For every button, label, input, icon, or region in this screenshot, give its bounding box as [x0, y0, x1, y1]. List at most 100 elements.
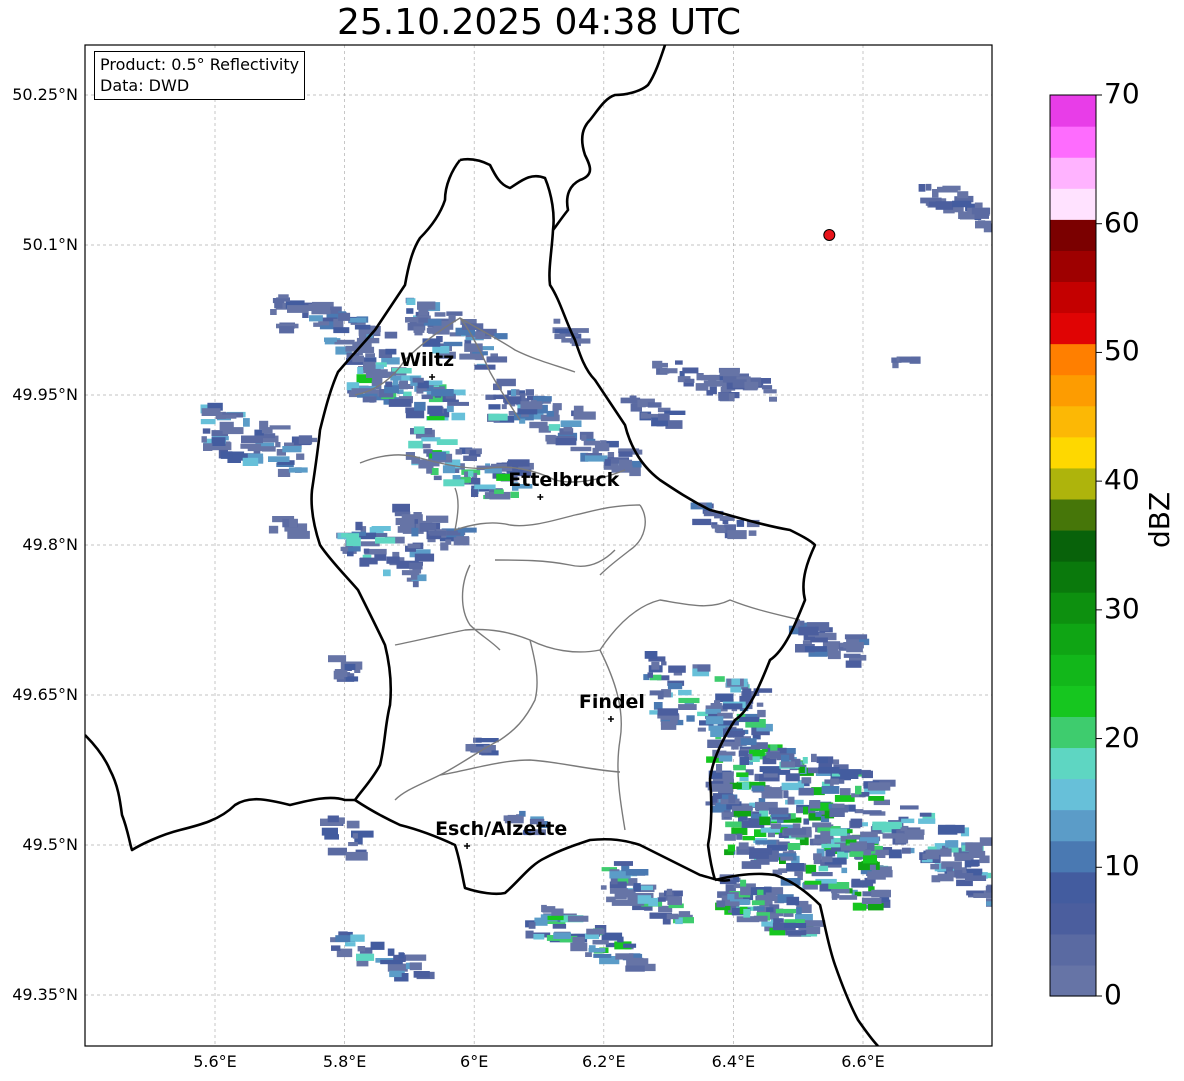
- echo-cell: [296, 453, 305, 460]
- lon-tick-label: 5.8°E: [322, 1052, 367, 1071]
- lat-tick-label: 49.8°N: [22, 535, 78, 554]
- echo-cell: [838, 769, 862, 775]
- echo-cell: [769, 396, 777, 402]
- echo-cell: [349, 317, 367, 323]
- echo-cell: [553, 318, 561, 324]
- echo-cell: [723, 695, 731, 702]
- echo-cell: [740, 738, 757, 746]
- echo-cell: [383, 569, 391, 577]
- echo-cell: [753, 906, 765, 911]
- echo-cell: [827, 650, 841, 660]
- echo-cell: [529, 421, 548, 429]
- echo-cell: [899, 357, 920, 363]
- echo-cell: [748, 530, 757, 536]
- colorbar-tick-label: 0: [1104, 978, 1122, 1011]
- echo-cell: [882, 821, 902, 828]
- echo-cell: [334, 339, 355, 345]
- echo-cell: [829, 808, 845, 817]
- echo-cell: [964, 860, 972, 868]
- echo-cell: [617, 936, 624, 943]
- echo-cell: [613, 861, 633, 866]
- lon-tick-label: 6°E: [460, 1052, 489, 1071]
- info-box: Product: 0.5° Reflectivity Data: DWD: [94, 51, 306, 100]
- colorbar-segment: [1050, 561, 1096, 593]
- echo-cell: [357, 367, 364, 374]
- colorbar-segment: [1050, 312, 1096, 345]
- echo-cell: [811, 872, 833, 877]
- echo-cell: [324, 337, 337, 342]
- colorbar-segment: [1050, 281, 1096, 314]
- echo-cell: [935, 201, 954, 210]
- echo-cell: [261, 446, 276, 452]
- echo-cell: [845, 660, 862, 668]
- echo-cell: [775, 908, 797, 914]
- echo-cell: [443, 479, 465, 487]
- city-label: Esch/Alzette: [435, 818, 567, 840]
- echo-cell: [770, 823, 782, 829]
- echo-cell: [818, 766, 840, 774]
- echo-cell: [983, 223, 992, 233]
- echo-cell: [851, 878, 861, 888]
- echo-cell: [666, 888, 673, 896]
- lon-tick-label: 6.6°E: [841, 1052, 885, 1071]
- echo-cell: [593, 953, 612, 958]
- echo-cell: [970, 859, 980, 867]
- echo-cell: [728, 795, 736, 804]
- echo-cell: [848, 804, 856, 812]
- echo-cell: [385, 381, 393, 387]
- echo-cell: [363, 548, 370, 554]
- echo-cell: [363, 361, 376, 371]
- echo-cell: [629, 395, 637, 400]
- echo-cell: [352, 833, 358, 839]
- echo-cell: [815, 811, 822, 817]
- echo-cell: [780, 856, 794, 861]
- echo-cell: [648, 897, 658, 907]
- echo-cell: [409, 562, 423, 570]
- echo-cell: [615, 953, 634, 960]
- echo-cell: [749, 852, 769, 859]
- echo-cell: [484, 468, 502, 474]
- echo-cell: [736, 772, 749, 777]
- echo-cell: [945, 840, 959, 848]
- echo-cell: [733, 810, 751, 817]
- echo-cell: [753, 915, 768, 922]
- colorbar-segment: [1050, 436, 1096, 469]
- echo-cell: [433, 475, 442, 481]
- echo-cell: [241, 435, 263, 444]
- colorbar-segment: [1050, 374, 1096, 407]
- echo-cell: [658, 413, 670, 421]
- echo-cell: [201, 408, 221, 416]
- echo-cell: [417, 301, 436, 310]
- echo-cell: [780, 761, 796, 768]
- colorbar-segment: [1050, 809, 1096, 842]
- echo-cell: [309, 315, 323, 322]
- city-plus-icon: [537, 494, 544, 500]
- echo-cell: [588, 945, 596, 951]
- echo-cell: [738, 750, 749, 757]
- echo-cell: [767, 832, 775, 838]
- echo-cell: [446, 405, 454, 413]
- echo-cell: [203, 443, 213, 451]
- echo-cell: [675, 360, 683, 365]
- echo-cell: [722, 703, 743, 710]
- echo-cell: [356, 960, 369, 967]
- echo-cell: [731, 678, 740, 686]
- echo-cell: [755, 840, 777, 845]
- colorbar-segment: [1050, 95, 1096, 127]
- echo-cell: [918, 184, 926, 192]
- echo-cell: [957, 191, 969, 199]
- echo-cell: [464, 339, 472, 344]
- echo-cell: [809, 800, 821, 809]
- echo-cell: [952, 200, 972, 208]
- echo-cell: [763, 389, 777, 394]
- echo-cell: [625, 965, 645, 972]
- echo-cell: [739, 815, 748, 821]
- echo-cell: [555, 438, 577, 446]
- echo-cell: [925, 849, 948, 855]
- echo-cell: [660, 368, 678, 374]
- echo-cell: [901, 818, 915, 824]
- echo-cell: [705, 716, 724, 725]
- echo-cell: [716, 764, 723, 773]
- echo-cell: [668, 665, 686, 673]
- echo-cell: [471, 488, 479, 497]
